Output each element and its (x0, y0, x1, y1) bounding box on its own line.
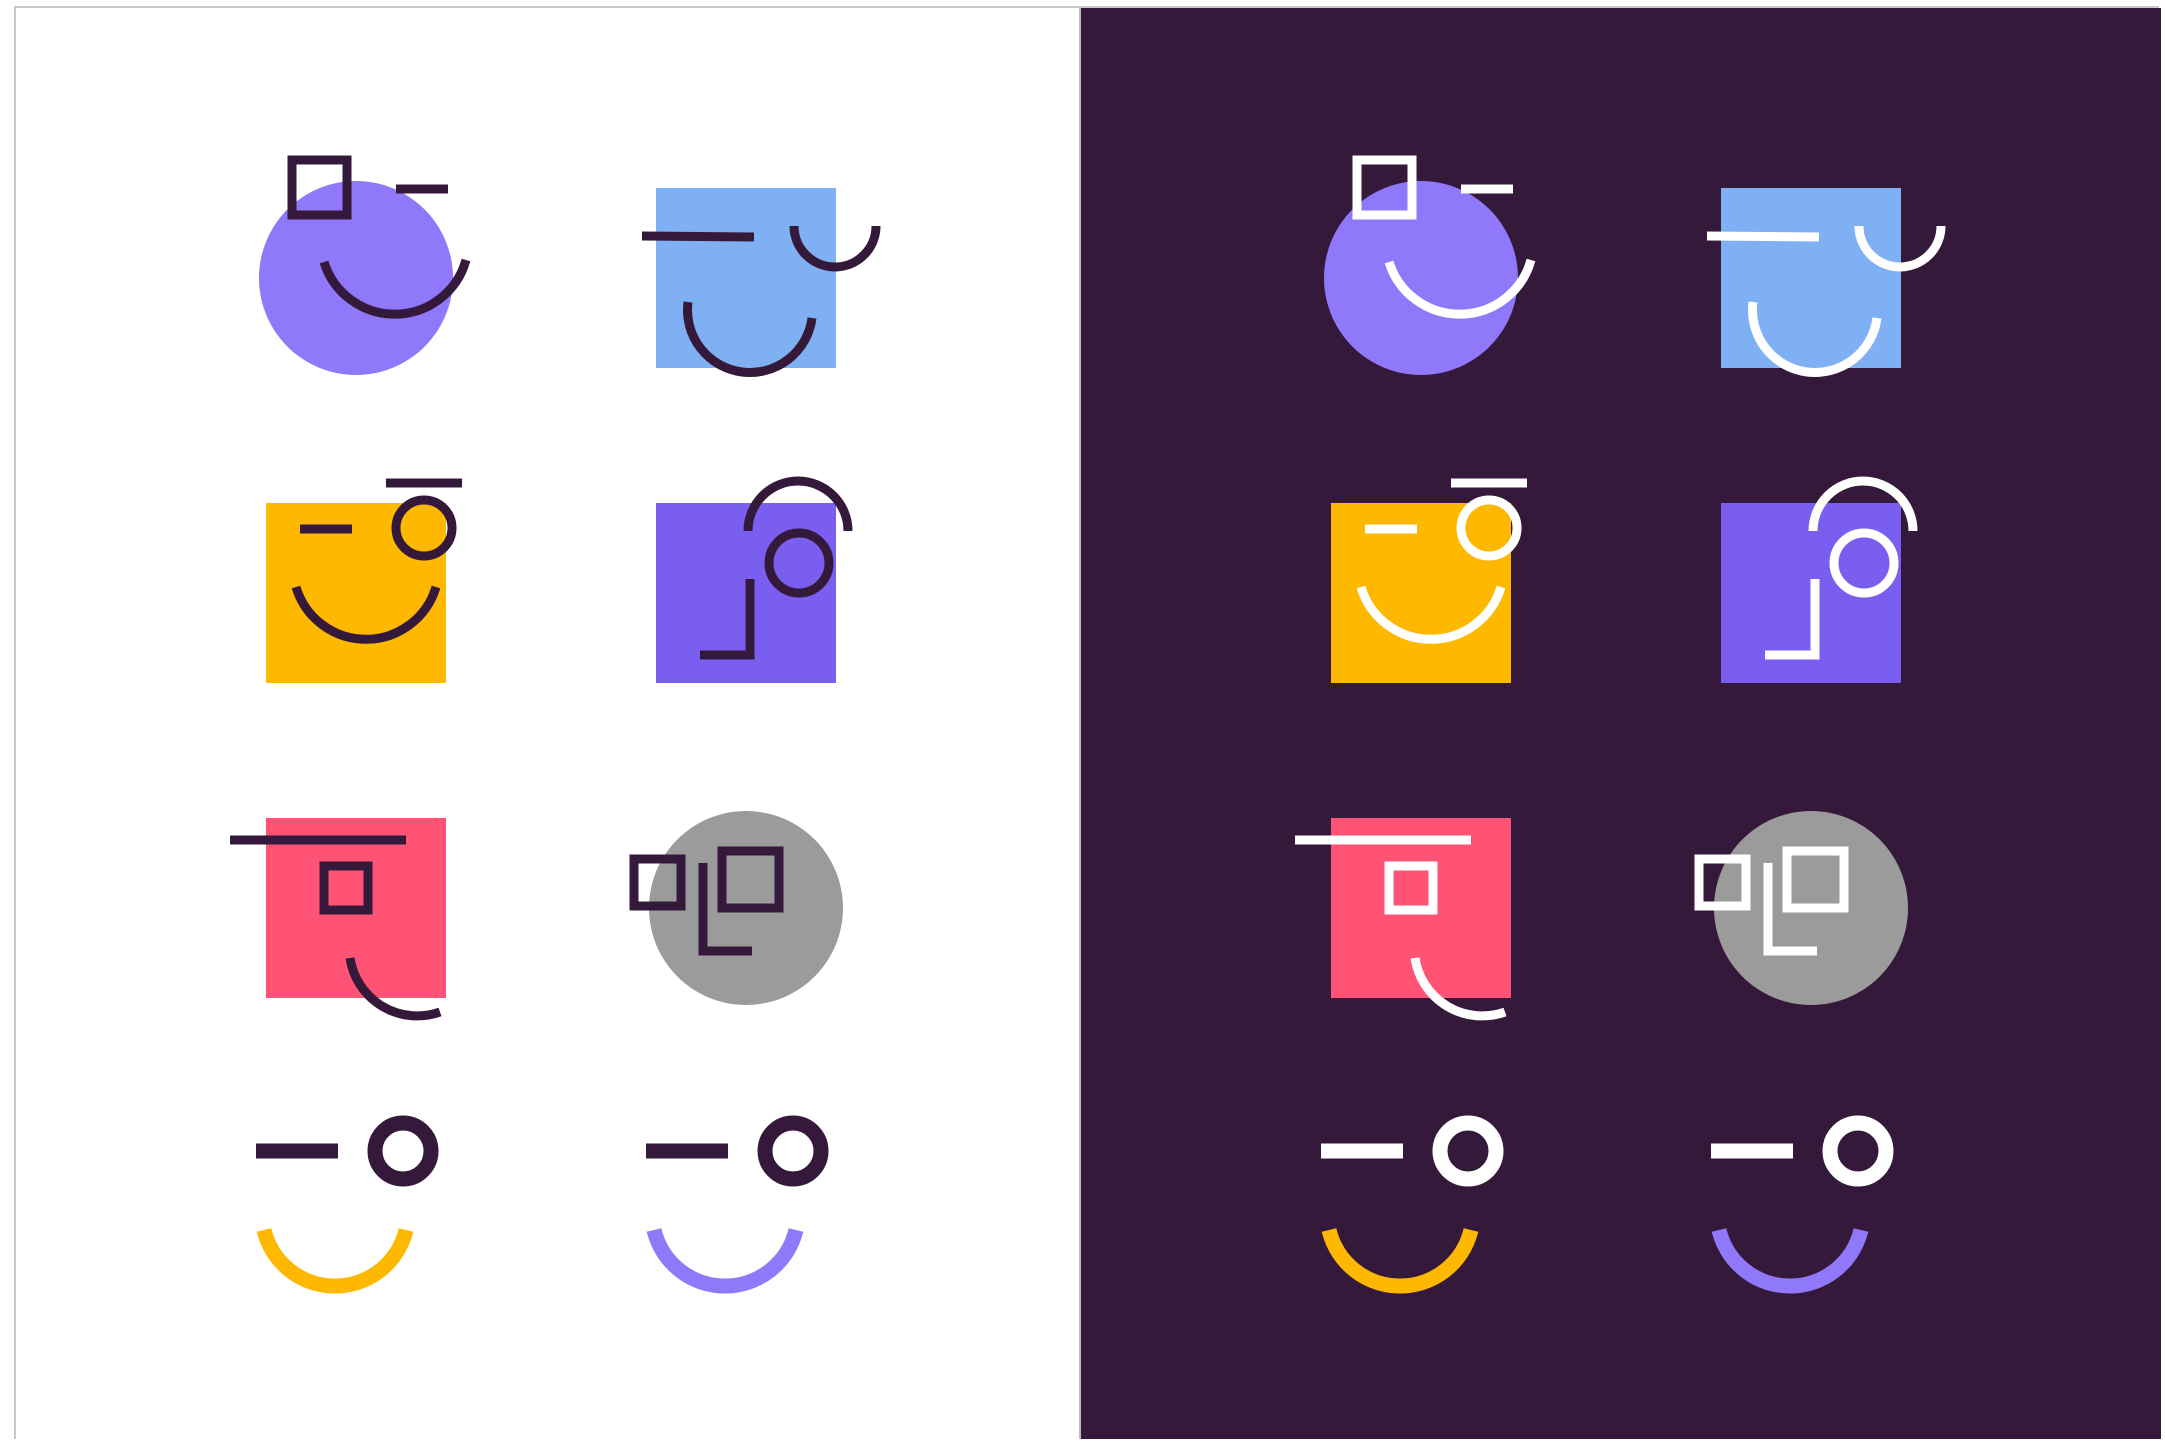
wink-outline-amber-icon (256, 1115, 439, 1294)
ring-eye (367, 1115, 439, 1187)
light-theme-panel (16, 8, 1079, 1439)
smile-mouth (1321, 1228, 1479, 1294)
ring-eye (1432, 1115, 1504, 1187)
light-icon-grid (230, 155, 881, 1294)
surprised-circle-gray-icon (1694, 811, 1908, 1005)
dark-theme-panel (1081, 8, 2161, 1439)
smile-square-amber-icon (266, 478, 462, 683)
smile-mouth (256, 1228, 414, 1294)
face-base (1331, 503, 1511, 683)
wink-outline-amber-icon (1321, 1115, 1504, 1294)
wink-outline-violet-icon (646, 1115, 829, 1294)
smile-mouth (646, 1228, 804, 1294)
ring-eye (1822, 1115, 1894, 1187)
smile-circle-violet-icon (1324, 155, 1536, 375)
surprised-circle-gray-icon (629, 811, 843, 1005)
wink-square-sky-icon (641, 188, 881, 377)
curious-square-indigo-icon (1721, 476, 1918, 683)
smile-circle-violet-icon (259, 155, 471, 375)
wink-outline-violet-icon (1711, 1115, 1894, 1294)
smirk-square-coral-icon (230, 818, 446, 1021)
icon-sheet (14, 6, 2161, 1439)
curious-square-indigo-icon (656, 476, 853, 683)
smile-square-amber-icon (1331, 478, 1527, 683)
wink-square-sky-icon (1706, 188, 1946, 377)
dark-icon-grid (1295, 155, 1946, 1294)
brow-line (641, 231, 755, 242)
brow-line (1706, 231, 1820, 242)
face-base (266, 503, 446, 683)
smirk-square-coral-icon (1295, 818, 1511, 1021)
ring-eye (757, 1115, 829, 1187)
smile-mouth (1711, 1228, 1869, 1294)
